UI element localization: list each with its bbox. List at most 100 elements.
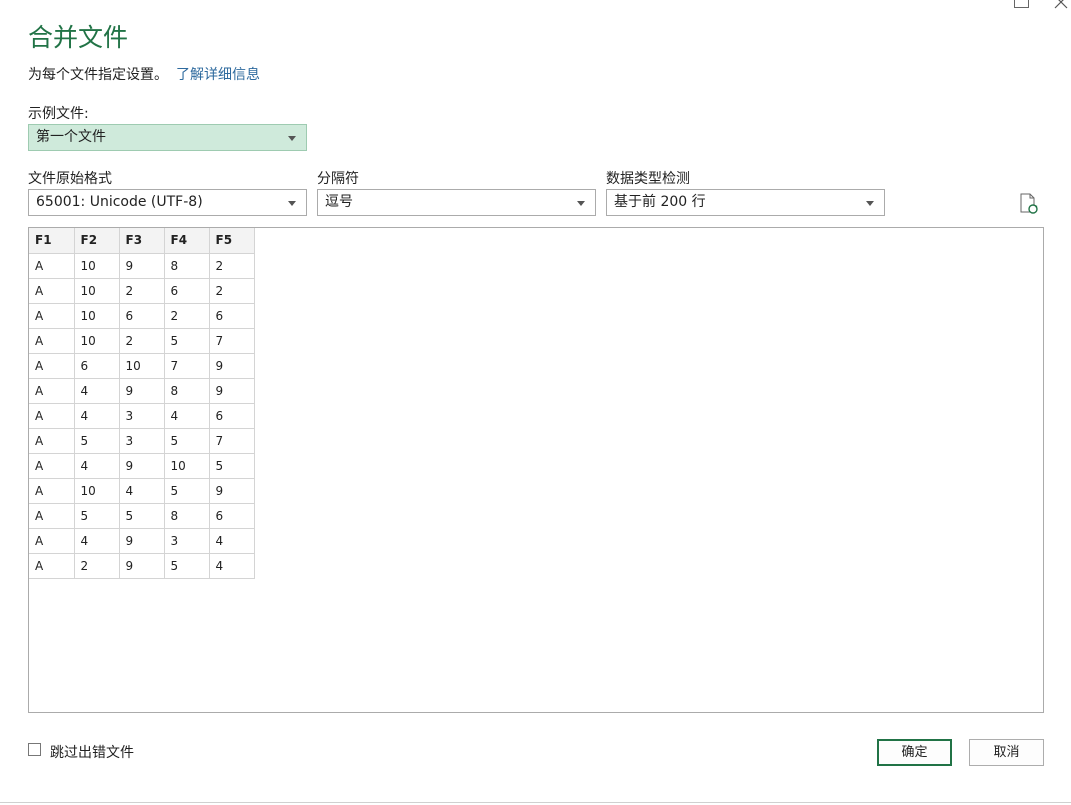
table-cell: 8	[163, 252, 210, 279]
table-row: A4346	[29, 402, 255, 429]
table-row: A4989	[29, 377, 255, 404]
table-cell: 10	[163, 452, 210, 479]
dialog-subtitle: 为每个文件指定设置。 了解详细信息	[28, 64, 260, 84]
close-icon[interactable]	[1054, 0, 1068, 12]
table-cell: 5	[73, 427, 120, 454]
skip-errors-checkbox[interactable]	[28, 743, 41, 756]
sample-file-label: 示例文件:	[28, 106, 89, 122]
data-preview-pane[interactable]: F1 F2 F3 F4 F5 A 10 9 8 2 A 10 2 6 2 A 10 6 2 6 A 10 2 5 7 A…	[28, 227, 1044, 713]
file-origin-value: 65001: Unicode (UTF-8)	[36, 194, 203, 210]
table-cell: 7	[163, 352, 210, 379]
refresh-preview-icon[interactable]	[1018, 192, 1040, 216]
close-glyph	[1054, 0, 1068, 9]
table-row: A4934	[29, 527, 255, 554]
data-type-detection-label: 数据类型检测	[606, 171, 690, 187]
table-cell: 2	[163, 302, 210, 329]
table-cell: 7	[208, 427, 255, 454]
chevron-down-icon	[288, 136, 296, 141]
table-cell: 5	[163, 552, 210, 579]
table-cell: 6	[208, 502, 255, 529]
preview-table: F1 F2 F3 F4 F5 A 10 9 8 2 A 10 2 6 2 A 10 6 2 6 A 10 2 5 7 A…	[29, 228, 255, 579]
table-cell: 5	[163, 477, 210, 504]
table-cell: 6	[208, 402, 255, 429]
table-cell: 2	[118, 277, 165, 304]
table-row: A 10 2 6 2	[29, 277, 255, 304]
table-cell: 10	[73, 477, 120, 504]
cancel-button[interactable]: 取消	[969, 739, 1044, 766]
data-type-detection-value: 基于前 200 行	[614, 194, 706, 210]
table-cell: 8	[163, 377, 210, 404]
table-row: A5586	[29, 502, 255, 529]
combine-files-dialog: 合并文件 为每个文件指定设置。 了解详细信息 示例文件: 第一个文件 文件原始格式…	[0, 0, 1071, 805]
table-cell: 9	[208, 477, 255, 504]
sample-file-value: 第一个文件	[36, 129, 106, 145]
table-cell: 3	[118, 427, 165, 454]
table-cell: A	[29, 427, 75, 454]
table-cell: 10	[73, 302, 120, 329]
column-header: F2	[73, 228, 120, 254]
table-cell: 6	[73, 352, 120, 379]
table-cell: A	[29, 277, 75, 304]
table-row: A 4 9 10 5	[29, 452, 255, 479]
table-cell: 5	[118, 502, 165, 529]
table-cell: 2	[208, 277, 255, 304]
preview-body: A 10 9 8 2 A 10 2 6 2 A 10 6 2 6 A 10 2 5 7 A 6 10 7 9 A 4 9 8 9 A 4 3 4 6…	[29, 252, 255, 579]
table-cell: 10	[73, 327, 120, 354]
table-row: A 6 10 7 9	[29, 352, 255, 379]
file-origin-select[interactable]: 65001: Unicode (UTF-8)	[28, 189, 307, 216]
table-cell: 6	[163, 277, 210, 304]
delimiter-label: 分隔符	[317, 171, 359, 187]
column-header: F4	[163, 228, 210, 254]
learn-more-link[interactable]: 了解详细信息	[176, 67, 260, 83]
chevron-down-icon	[577, 201, 585, 206]
table-cell: 8	[163, 502, 210, 529]
dialog-title: 合并文件	[28, 23, 129, 52]
subtitle-text: 为每个文件指定设置。	[28, 67, 168, 83]
preview-header-row: F1 F2 F3 F4 F5	[29, 228, 255, 254]
table-cell: 4	[118, 477, 165, 504]
table-cell: A	[29, 552, 75, 579]
table-cell: 4	[208, 552, 255, 579]
table-cell: A	[29, 377, 75, 404]
data-type-detection-select[interactable]: 基于前 200 行	[606, 189, 885, 216]
table-cell: 4	[73, 402, 120, 429]
table-cell: 5	[163, 427, 210, 454]
table-cell: 4	[73, 527, 120, 554]
table-cell: 4	[163, 402, 210, 429]
table-cell: 10	[73, 277, 120, 304]
table-cell: 10	[73, 252, 120, 279]
column-header: F5	[208, 228, 255, 254]
table-cell: 3	[118, 402, 165, 429]
file-origin-label: 文件原始格式	[28, 171, 112, 187]
table-cell: 2	[118, 327, 165, 354]
table-cell: 7	[208, 327, 255, 354]
table-cell: 4	[73, 377, 120, 404]
column-header: F3	[118, 228, 165, 254]
table-row: A5357	[29, 427, 255, 454]
table-cell: 4	[73, 452, 120, 479]
maximize-icon[interactable]	[1014, 0, 1029, 8]
table-cell: 9	[118, 552, 165, 579]
skip-errors-label[interactable]: 跳过出错文件	[50, 742, 134, 762]
table-cell: 9	[118, 527, 165, 554]
chevron-down-icon	[866, 201, 874, 206]
table-row: A2954	[29, 552, 255, 579]
table-cell: A	[29, 527, 75, 554]
refresh-glyph	[1020, 193, 1038, 214]
table-cell: 5	[163, 327, 210, 354]
table-row: A 10 9 8 2	[29, 252, 255, 279]
bottom-divider	[0, 802, 1071, 803]
table-row: A 10 4 5 9	[29, 477, 255, 504]
table-cell: 10	[118, 352, 165, 379]
table-cell: A	[29, 252, 75, 279]
table-cell: 9	[118, 252, 165, 279]
table-cell: 4	[208, 527, 255, 554]
table-cell: 5	[73, 502, 120, 529]
table-cell: A	[29, 327, 75, 354]
ok-button[interactable]: 确定	[877, 739, 952, 766]
delimiter-value: 逗号	[325, 194, 353, 210]
delimiter-select[interactable]: 逗号	[317, 189, 596, 216]
sample-file-select[interactable]: 第一个文件	[28, 124, 307, 151]
table-cell: 9	[208, 352, 255, 379]
table-cell: A	[29, 452, 75, 479]
